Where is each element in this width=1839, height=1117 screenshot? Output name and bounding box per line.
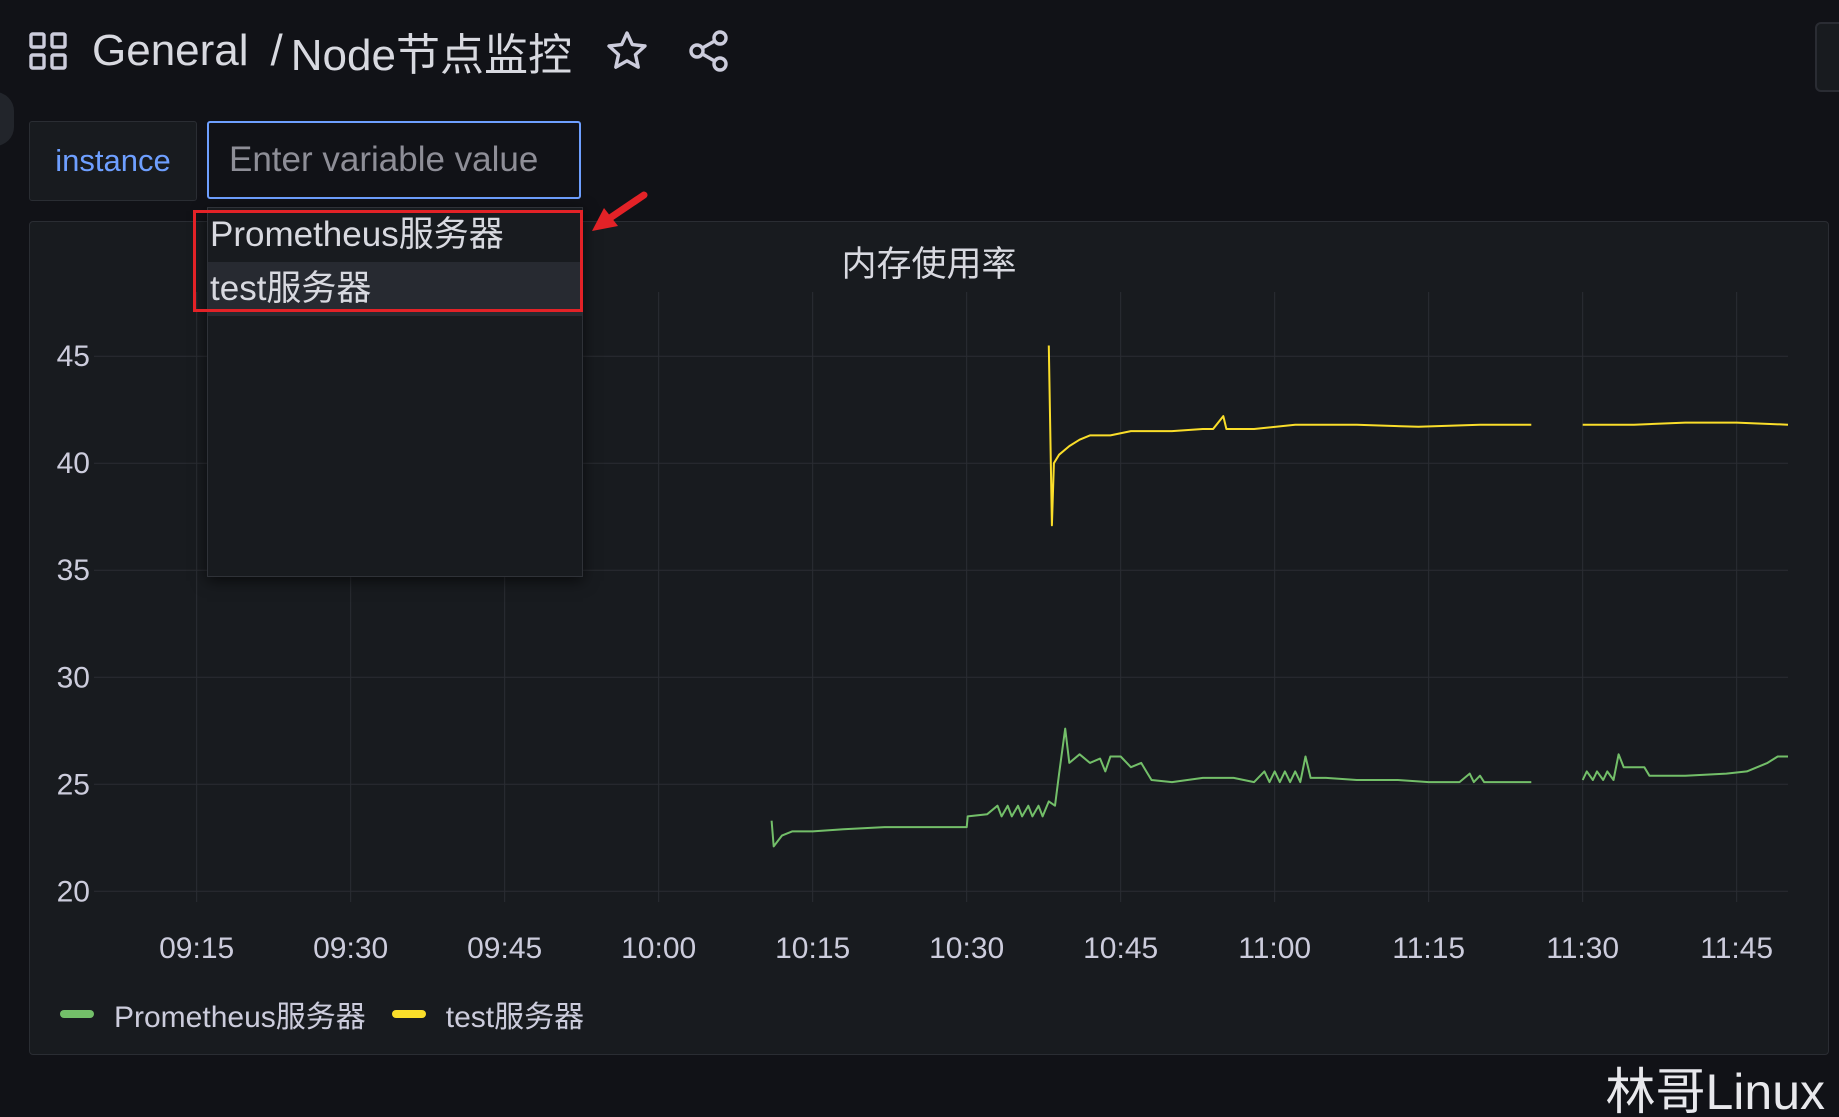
- y-tick-label: 20: [57, 875, 90, 908]
- star-icon[interactable]: [604, 28, 650, 74]
- series-line-test[interactable]: [1582, 421, 1789, 426]
- sidebar-toggle[interactable]: [0, 92, 14, 146]
- legend-item-prometheus[interactable]: Prometheus服务器: [60, 992, 366, 1036]
- y-tick-label: 30: [57, 661, 90, 694]
- x-tick-label: 11:30: [1546, 932, 1619, 965]
- breadcrumb: General / Node节点监控: [92, 19, 572, 83]
- watermark-text: 林哥Linux: [1605, 1064, 1825, 1117]
- annotation-highlight-box: [193, 210, 583, 312]
- x-tick-label: 09:45: [467, 932, 542, 965]
- legend-label: test服务器: [445, 1001, 585, 1034]
- annotation-arrow-icon: [592, 191, 648, 231]
- y-tick-label: 25: [57, 768, 90, 801]
- x-tick-label: 11:15: [1392, 932, 1465, 965]
- legend-swatch-green: [60, 1010, 94, 1018]
- x-tick-label: 09:15: [159, 932, 234, 965]
- legend-item-test[interactable]: test服务器: [391, 992, 585, 1036]
- y-tick-label: 40: [57, 447, 90, 480]
- legend-swatch-yellow: [391, 1010, 426, 1018]
- dashboard-grid-icon: [29, 32, 67, 70]
- y-tick-label: 45: [57, 340, 90, 373]
- breadcrumb-folder[interactable]: General: [92, 26, 249, 76]
- share-icon[interactable]: [686, 28, 732, 74]
- x-tick-label: 11:00: [1238, 932, 1311, 965]
- chart-legend: Prometheus服务器 test服务器: [60, 992, 610, 1036]
- x-tick-label: 11:45: [1700, 932, 1773, 965]
- series-line-prometheus[interactable]: [770, 727, 1532, 848]
- variable-value-input[interactable]: [207, 121, 581, 199]
- breadcrumb-separator: /: [270, 26, 283, 75]
- y-tick-label: 35: [57, 554, 90, 587]
- dashboard-header: General / Node节点监控: [28, 22, 732, 80]
- x-tick-label: 09:30: [313, 932, 388, 965]
- x-tick-label: 10:15: [775, 932, 850, 965]
- dashboard-title[interactable]: Node节点监控: [291, 19, 572, 83]
- x-tick-label: 10:45: [1083, 932, 1158, 965]
- x-tick-label: 10:30: [929, 932, 1004, 965]
- variable-label: instance: [29, 121, 197, 201]
- x-tick-label: 10:00: [621, 932, 696, 965]
- dashboard-page: General / Node节点监控 instance 内存使用率 202530…: [0, 0, 1839, 1117]
- series-line-test[interactable]: [1047, 345, 1532, 527]
- series-line-prometheus[interactable]: [1581, 753, 1788, 781]
- toolbar-button-edge[interactable]: [1815, 22, 1839, 92]
- legend-label: Prometheus服务器: [114, 1001, 366, 1034]
